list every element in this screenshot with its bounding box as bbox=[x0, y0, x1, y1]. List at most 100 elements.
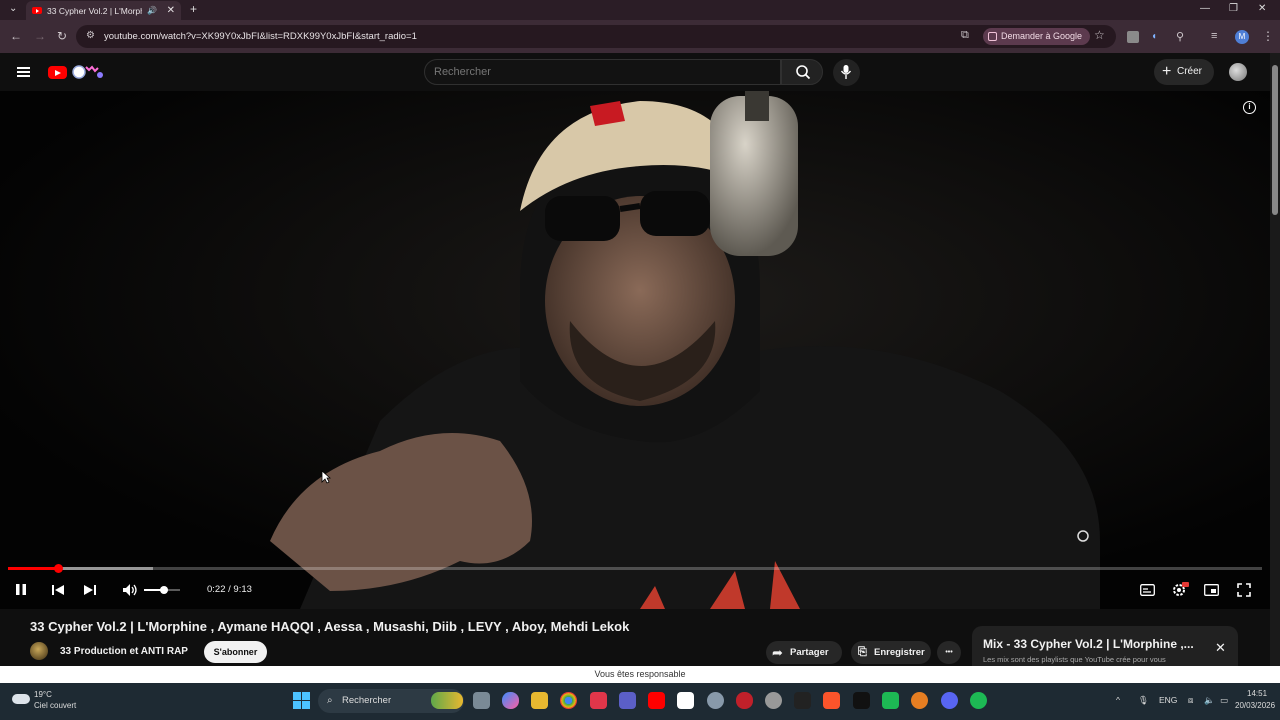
chrome-menu-icon[interactable]: ⋮ bbox=[1262, 29, 1274, 43]
voice-search-button[interactable] bbox=[833, 59, 860, 86]
profile-avatar[interactable]: M bbox=[1235, 30, 1249, 44]
discord-icon[interactable] bbox=[941, 692, 958, 709]
channel-name[interactable]: 33 Production et ANTI RAP bbox=[60, 646, 188, 657]
forward-icon[interactable]: → bbox=[34, 29, 46, 43]
tab-title: 33 Cypher Vol.2 | L'Morphine bbox=[47, 5, 142, 16]
language-indicator[interactable]: ENG bbox=[1159, 695, 1177, 705]
youtube-logo-icon[interactable] bbox=[48, 66, 67, 79]
account-avatar[interactable] bbox=[1229, 63, 1247, 81]
tray-mic-icon[interactable]: 🎙 bbox=[1138, 695, 1149, 706]
windows-taskbar: 19°C Ciel couvert ⌕ Rechercher ^ 🎙 ENG ⧈… bbox=[0, 683, 1280, 720]
clock-date[interactable]: 20/03/2026 bbox=[1235, 701, 1275, 710]
bookmark-star-icon[interactable]: ☆ bbox=[1094, 28, 1105, 42]
youtube-app-icon[interactable] bbox=[648, 692, 665, 709]
fl-studio-icon[interactable] bbox=[911, 692, 928, 709]
file-explorer-icon[interactable] bbox=[531, 692, 548, 709]
red-app-icon[interactable] bbox=[736, 692, 753, 709]
page-scrollbar[interactable] bbox=[1270, 53, 1280, 666]
copilot-widget-icon[interactable] bbox=[431, 692, 463, 709]
save-button[interactable]: ⎘ Enregistrer bbox=[851, 641, 931, 664]
browser-tab-active[interactable]: 33 Cypher Vol.2 | L'Morphine 🔊 ✕ bbox=[26, 1, 181, 20]
green-app-icon[interactable] bbox=[882, 692, 899, 709]
google-lens-icon bbox=[988, 32, 997, 41]
clock-time[interactable]: 14:51 bbox=[1247, 689, 1267, 698]
task-view-icon[interactable] bbox=[473, 692, 490, 709]
time-display: 0:22 / 9:13 bbox=[207, 584, 252, 595]
video-player[interactable]: i 0:22 / 9:13 bbox=[0, 91, 1270, 609]
cloud-app-icon[interactable] bbox=[707, 692, 724, 709]
video-title: 33 Cypher Vol.2 | L'Morphine , Aymane HA… bbox=[30, 619, 630, 634]
more-actions-button[interactable]: ••• bbox=[937, 641, 961, 664]
battery-icon[interactable]: ▭ bbox=[1220, 695, 1228, 706]
pause-icon[interactable] bbox=[15, 583, 27, 596]
taskbar-search-icon: ⌕ bbox=[327, 695, 333, 706]
youtube-favicon-icon bbox=[32, 7, 42, 14]
media-controls-icon[interactable]: ≡ bbox=[1211, 30, 1223, 42]
hub-app-icon[interactable] bbox=[765, 692, 782, 709]
cloud-weather-icon[interactable] bbox=[12, 694, 30, 704]
network-icon[interactable]: ⧈ bbox=[1188, 695, 1193, 706]
search-button[interactable] bbox=[781, 59, 823, 85]
youtube-doodle-icon[interactable] bbox=[70, 63, 106, 81]
restore-icon[interactable]: ❐ bbox=[1229, 3, 1238, 14]
weather-temperature[interactable]: 19°C bbox=[34, 690, 52, 699]
ask-google-label: Demander à Google bbox=[1001, 31, 1083, 41]
browser-tab-bar: ⌄ 33 Cypher Vol.2 | L'Morphine 🔊 ✕ + — ❐… bbox=[0, 0, 1280, 20]
address-bar[interactable]: ⚙ youtube.com/watch?v=XK99Y0xJbFI&list=R… bbox=[76, 25, 1116, 48]
settings-gear-icon[interactable] bbox=[1171, 582, 1189, 597]
channel-avatar[interactable] bbox=[30, 642, 48, 660]
tab-list-icon[interactable]: ⌄ bbox=[9, 3, 17, 14]
new-tab-button[interactable]: + bbox=[190, 2, 197, 16]
teams-icon[interactable] bbox=[619, 692, 636, 709]
xm-app-icon[interactable] bbox=[794, 692, 811, 709]
volume-icon[interactable] bbox=[122, 583, 138, 597]
bookmark-icon: ⎘ bbox=[858, 646, 867, 658]
scrollbar-thumb[interactable] bbox=[1272, 65, 1278, 215]
volume-slider[interactable] bbox=[144, 586, 180, 594]
hamburger-menu-icon[interactable] bbox=[17, 67, 30, 77]
speaker-icon[interactable]: 🔈 bbox=[1204, 695, 1215, 706]
extensions-puzzle-icon[interactable]: ⚲ bbox=[1176, 30, 1188, 43]
subtitles-icon[interactable] bbox=[1140, 584, 1155, 596]
extension-sound-icon[interactable]: ◖ bbox=[1151, 31, 1163, 43]
tradingview-icon[interactable] bbox=[853, 692, 870, 709]
fullscreen-icon[interactable] bbox=[1237, 583, 1251, 597]
theater-mode-icon[interactable] bbox=[1204, 584, 1219, 596]
subscribe-button[interactable]: S'abonner bbox=[204, 641, 267, 663]
chrome-icon[interactable] bbox=[560, 692, 577, 709]
copilot-icon[interactable] bbox=[502, 692, 519, 709]
tray-overflow-icon[interactable]: ^ bbox=[1116, 695, 1120, 705]
progress-played bbox=[8, 567, 59, 570]
affinity-icon[interactable] bbox=[590, 692, 607, 709]
notice-bar: Vous êtes responsable bbox=[0, 666, 1280, 683]
next-icon[interactable] bbox=[83, 584, 97, 596]
create-label: Créer bbox=[1177, 66, 1203, 77]
reload-icon[interactable]: ↻ bbox=[57, 29, 67, 43]
spotify-icon[interactable] bbox=[970, 692, 987, 709]
mix-playlist-panel[interactable]: Mix - 33 Cypher Vol.2 | L'Morphine ,... … bbox=[972, 626, 1238, 666]
fn-app-icon[interactable] bbox=[677, 692, 694, 709]
brave-icon[interactable] bbox=[823, 692, 840, 709]
save-label: Enregistrer bbox=[874, 647, 925, 658]
create-button[interactable]: + Créer bbox=[1154, 59, 1214, 85]
back-icon[interactable]: ← bbox=[10, 29, 22, 43]
window-close-icon[interactable]: ✕ bbox=[1258, 3, 1266, 14]
search-icon bbox=[796, 65, 811, 80]
search-input[interactable] bbox=[434, 66, 754, 78]
cast-icon[interactable]: ⧉ bbox=[961, 29, 969, 42]
info-icon[interactable]: i bbox=[1243, 101, 1256, 114]
previous-icon[interactable] bbox=[51, 584, 65, 596]
windows-start-icon[interactable] bbox=[293, 692, 310, 709]
mix-close-icon[interactable]: ✕ bbox=[1215, 640, 1226, 656]
ask-google-button[interactable]: Demander à Google bbox=[983, 28, 1091, 45]
site-settings-icon[interactable]: ⚙ bbox=[86, 30, 95, 41]
volume-knob[interactable] bbox=[159, 586, 168, 594]
share-button[interactable]: ➦ Partager bbox=[766, 641, 842, 664]
microphone-icon bbox=[840, 65, 852, 79]
progress-bar[interactable] bbox=[8, 564, 1262, 573]
extension-m-icon[interactable] bbox=[1127, 31, 1139, 43]
browser-toolbar: ← → ↻ ⚙ youtube.com/watch?v=XK99Y0xJbFI&… bbox=[0, 20, 1280, 53]
minimize-icon[interactable]: — bbox=[1200, 3, 1210, 14]
weather-description[interactable]: Ciel couvert bbox=[34, 701, 76, 710]
tab-close-icon[interactable]: ✕ bbox=[167, 5, 175, 16]
